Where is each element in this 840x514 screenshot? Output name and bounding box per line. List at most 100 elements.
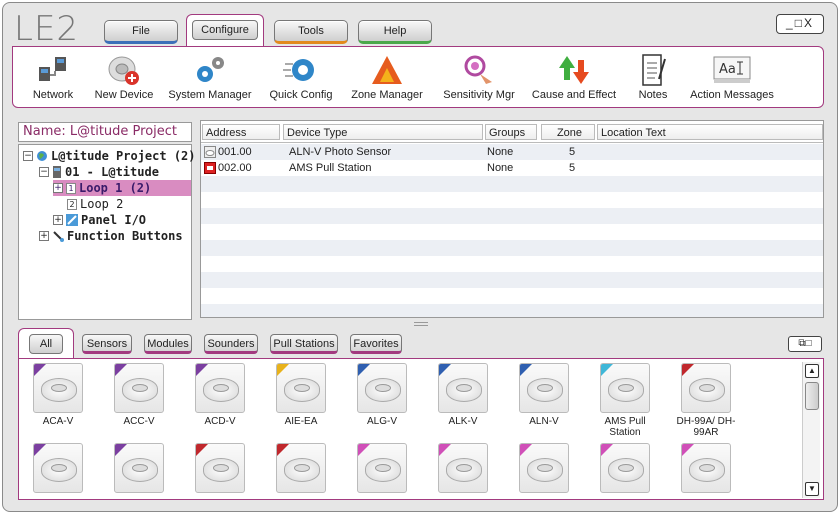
toolbar-notes-button[interactable]: Notes xyxy=(631,53,675,101)
table-row[interactable]: 002.00 AMS Pull Station None 5 xyxy=(201,160,823,176)
scroll-up-icon[interactable]: ▲ xyxy=(805,364,819,378)
tab-favorites[interactable]: Favorites xyxy=(350,334,402,354)
column-header-location-text[interactable]: Location Text xyxy=(597,124,823,140)
device-label: AIE-EA xyxy=(284,416,318,427)
tree-node-function-buttons[interactable]: + Function Buttons xyxy=(39,228,183,244)
tab-modules[interactable]: Modules xyxy=(144,334,192,354)
palette-scrollbar[interactable]: ▲ ▼ xyxy=(802,362,820,498)
tab-all[interactable]: All xyxy=(18,328,74,358)
table-row xyxy=(201,288,823,304)
device-thumbnail xyxy=(276,363,326,413)
collapse-icon[interactable]: − xyxy=(23,151,33,161)
device-palette-item[interactable]: ALK-V xyxy=(428,363,498,427)
device-palette-item[interactable]: AMS Pull Station xyxy=(590,363,660,438)
detector-center-image xyxy=(456,464,472,472)
device-thumbnail xyxy=(33,443,83,493)
device-palette-item[interactable] xyxy=(266,443,336,496)
toolbar-action-messages-button[interactable]: Aa Action Messages xyxy=(687,53,777,101)
loop-number-icon: 2 xyxy=(67,198,77,210)
toolbar-network-button[interactable]: Network xyxy=(27,53,79,101)
zone-manager-icon xyxy=(347,53,427,87)
cell-device-type: ALN-V Photo Sensor xyxy=(289,146,392,158)
device-palette-item[interactable] xyxy=(23,443,93,496)
device-palette-item[interactable] xyxy=(347,443,417,496)
tree-node-project[interactable]: − L@titude Project (2) xyxy=(23,148,196,164)
category-corner-icon xyxy=(520,364,532,376)
panel-splitter[interactable] xyxy=(414,322,428,326)
sensitivity-icon xyxy=(437,53,521,87)
sensor-icon xyxy=(204,146,216,158)
scroll-down-icon[interactable]: ▼ xyxy=(805,482,819,496)
table-row[interactable]: 001.00 ALN-V Photo Sensor None 5 xyxy=(201,144,823,160)
device-palette-item[interactable] xyxy=(590,443,660,496)
device-palette-item[interactable]: ALN-V xyxy=(509,363,579,427)
expand-icon[interactable]: + xyxy=(39,231,49,241)
app-logo: LE2 xyxy=(14,9,80,49)
tree-node-label: Panel I/O xyxy=(81,213,147,227)
device-label: ALN-V xyxy=(529,416,559,427)
tree-node-panel-io[interactable]: + Panel I/O xyxy=(53,212,146,228)
notes-icon xyxy=(631,53,675,87)
menu-file[interactable]: File xyxy=(104,20,178,44)
tree-node-loop-1[interactable]: + 1 Loop 1 (2) xyxy=(53,180,191,196)
table-row xyxy=(201,240,823,256)
tree-node-loop-2[interactable]: 2 Loop 2 xyxy=(67,196,123,212)
expand-icon[interactable]: + xyxy=(53,183,63,193)
detector-center-image xyxy=(699,464,715,472)
menu-help[interactable]: Help xyxy=(358,20,432,44)
scroll-thumb[interactable] xyxy=(805,382,819,410)
restore-panel-controls[interactable]: ⧉□ xyxy=(788,336,822,352)
category-corner-icon xyxy=(115,444,127,456)
category-corner-icon xyxy=(277,364,289,376)
toolbar-label: Action Messages xyxy=(690,89,774,101)
device-label: ACD-V xyxy=(204,416,236,427)
tab-pull-stations[interactable]: Pull Stations xyxy=(270,334,338,354)
window-controls[interactable]: _□X xyxy=(776,14,824,34)
table-row xyxy=(201,208,823,224)
device-palette-item[interactable] xyxy=(671,443,741,496)
device-palette-item[interactable] xyxy=(185,443,255,496)
detector-center-image xyxy=(132,464,148,472)
expand-icon[interactable]: + xyxy=(53,215,63,225)
device-thumbnail xyxy=(600,363,650,413)
menu-configure[interactable]: Configure xyxy=(186,14,264,46)
toolbar-quick-config-button[interactable]: Quick Config xyxy=(265,53,337,101)
table-row xyxy=(201,176,823,192)
toolbar-new-device-button[interactable]: New Device xyxy=(91,53,157,101)
column-header-groups[interactable]: Groups xyxy=(485,124,537,140)
category-corner-icon xyxy=(34,444,46,456)
detector-center-image xyxy=(699,384,715,392)
toolbar-cause-effect-button[interactable]: Cause and Effect xyxy=(529,53,619,101)
device-palette-item[interactable]: ACD-V xyxy=(185,363,255,427)
menu-configure-label: Configure xyxy=(192,20,258,40)
toolbar-zone-manager-button[interactable]: Zone Manager xyxy=(347,53,427,101)
toolbar-sensitivity-button[interactable]: Sensitivity Mgr xyxy=(437,53,521,101)
column-header-device-type[interactable]: Device Type xyxy=(283,124,483,140)
table-row xyxy=(201,304,823,317)
collapse-icon[interactable]: − xyxy=(39,167,49,177)
toolbar-system-manager-button[interactable]: System Manager xyxy=(165,53,255,101)
detector-center-image xyxy=(375,384,391,392)
column-header-address[interactable]: Address xyxy=(202,124,280,140)
category-corner-icon xyxy=(358,444,370,456)
category-corner-icon xyxy=(196,444,208,456)
device-palette-item[interactable]: ACC-V xyxy=(104,363,174,427)
device-thumbnail xyxy=(114,363,164,413)
device-palette-item[interactable]: AIE-EA xyxy=(266,363,336,427)
detector-center-image xyxy=(375,464,391,472)
device-palette-item[interactable] xyxy=(509,443,579,496)
tree-node-panel[interactable]: − 01 - L@titude xyxy=(39,164,159,180)
tab-sensors[interactable]: Sensors xyxy=(82,334,132,354)
tab-sounders[interactable]: Sounders xyxy=(204,334,258,354)
detector-center-image xyxy=(213,464,229,472)
device-palette-item[interactable] xyxy=(104,443,174,496)
device-palette-item[interactable]: ALG-V xyxy=(347,363,417,427)
table-row xyxy=(201,256,823,272)
menu-tools[interactable]: Tools xyxy=(274,20,348,44)
device-thumbnail xyxy=(600,443,650,493)
detector-center-image xyxy=(294,384,310,392)
device-palette-item[interactable]: ACA-V xyxy=(23,363,93,427)
device-palette-item[interactable] xyxy=(428,443,498,496)
device-palette-item[interactable]: DH-99A/ DH-99AR xyxy=(671,363,741,438)
column-header-zone[interactable]: Zone xyxy=(541,124,595,140)
